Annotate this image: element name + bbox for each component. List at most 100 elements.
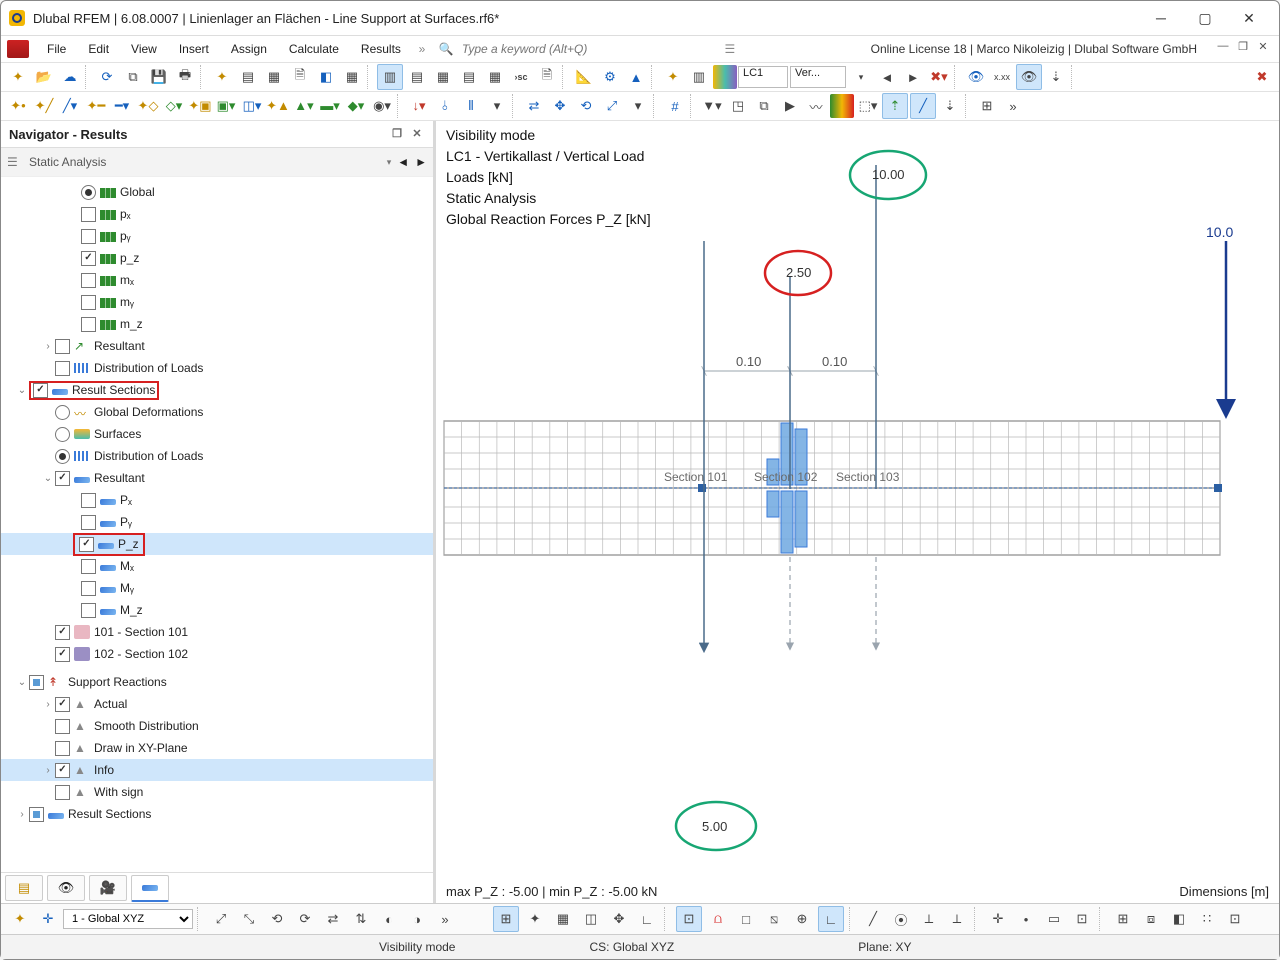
result-symbols-icon[interactable]: ⇡ [882, 93, 908, 119]
expand-icon[interactable]: › [41, 699, 55, 710]
save-icon[interactable]: 💾 [147, 65, 171, 89]
tab-views-icon[interactable]: 🎥 [89, 875, 127, 901]
radio[interactable] [81, 185, 96, 200]
line-sup-icon[interactable]: ▬▾ [318, 94, 342, 118]
radio[interactable] [55, 427, 70, 442]
bt-icon[interactable]: ⧅ [762, 907, 786, 931]
tree-support-reactions[interactable]: ⌄↟Support Reactions [1, 671, 433, 693]
checkbox[interactable] [55, 719, 70, 734]
bt-icon[interactable]: ⧈ [1139, 907, 1163, 931]
tree-distloads[interactable]: Distribution of Loads [1, 357, 433, 379]
bt-icon[interactable]: ✦ [523, 907, 547, 931]
new-nav-icon[interactable]: ✦ [210, 65, 234, 89]
checkbox[interactable] [81, 603, 96, 618]
bt-icon[interactable]: ◧ [1167, 907, 1191, 931]
sync-icon[interactable]: ⟳ [95, 65, 119, 89]
tree-drawxy[interactable]: ▲Draw in XY-Plane [1, 737, 433, 759]
collapse-icon[interactable]: ⌄ [41, 473, 55, 484]
close-button[interactable]: ✕ [1227, 4, 1271, 32]
menu-insert[interactable]: Insert [169, 39, 219, 59]
tree-global[interactable]: Global [1, 181, 433, 203]
mirror-icon[interactable]: ⇄ [522, 94, 546, 118]
iso-icon[interactable]: ⬚▾ [856, 94, 880, 118]
lc-next-icon[interactable]: ► [901, 65, 925, 89]
checkbox[interactable] [55, 785, 70, 800]
tree-pz[interactable]: p_z [1, 247, 433, 269]
bt-icon[interactable]: ∟ [818, 906, 844, 932]
tree-My[interactable]: Mᵧ [1, 577, 433, 599]
menu-calculate[interactable]: Calculate [279, 39, 349, 59]
surf-load-icon[interactable]: ⫴ [459, 94, 483, 118]
checkbox[interactable] [29, 807, 44, 822]
checkbox[interactable] [55, 625, 70, 640]
bt-icon[interactable]: ╱ [861, 907, 885, 931]
reset-icon[interactable]: ✖ [1250, 65, 1274, 89]
view-anim-icon[interactable]: ▶ [778, 94, 802, 118]
tree-distloads2[interactable]: Distribution of Loads [1, 445, 433, 467]
tree-s101[interactable]: 101 - Section 101 [1, 621, 433, 643]
lc-dropdown-icon[interactable]: ▾ [849, 65, 873, 89]
hinge-icon[interactable]: ◉▾ [370, 94, 394, 118]
grid-toggle-icon[interactable]: ⊞ [493, 906, 519, 932]
tab-display-icon[interactable]: 👁 [47, 875, 85, 901]
tree-my[interactable]: mᵧ [1, 291, 433, 313]
bt-icon[interactable]: ⊞ [1111, 907, 1135, 931]
checkbox[interactable] [55, 339, 70, 354]
analysis-next-icon[interactable]: ► [415, 155, 427, 169]
tree-globaldef[interactable]: 〰Global Deformations [1, 401, 433, 423]
tree-actual[interactable]: ›▲Actual [1, 693, 433, 715]
bt-icon[interactable]: ⟳ [293, 907, 317, 931]
bt-icon[interactable]: ⊡ [1223, 907, 1247, 931]
bt-icon[interactable]: ✛ [986, 907, 1010, 931]
numbering-icon[interactable]: # [663, 94, 687, 118]
bt-icon[interactable]: ⟲ [265, 907, 289, 931]
mdi-close[interactable]: ✕ [1253, 40, 1273, 58]
bt-icon[interactable]: ⊕ [790, 907, 814, 931]
tree-Px[interactable]: Pₓ [1, 489, 433, 511]
bt-icon[interactable]: ⤢ [209, 907, 233, 931]
collapse-icon[interactable]: ⌄ [15, 677, 29, 688]
checkbox[interactable] [81, 317, 96, 332]
deform-icon[interactable]: 〰 [804, 94, 828, 118]
doc-icon[interactable]: 🗎 [288, 65, 312, 89]
check-icon[interactable]: ▲ [624, 65, 648, 89]
tree-s102[interactable]: 102 - Section 102 [1, 643, 433, 665]
cs-select[interactable]: 1 - Global XYZ [63, 909, 193, 929]
checkbox[interactable] [81, 251, 96, 266]
clip-box-icon[interactable]: ◳ [726, 94, 750, 118]
bt-icon[interactable]: ⇅ [349, 907, 373, 931]
vendor-logo[interactable] [7, 40, 29, 58]
checkbox[interactable] [81, 207, 96, 222]
lc-prev-icon[interactable]: ◄ [875, 65, 899, 89]
maximize-button[interactable]: ▢ [1183, 4, 1227, 32]
clip-plane-icon[interactable]: ⧉ [752, 94, 776, 118]
tree-withsign[interactable]: ▲With sign [1, 781, 433, 803]
more-edit-icon[interactable]: ▾ [626, 94, 650, 118]
tree-resultant2[interactable]: ⌄Resultant [1, 467, 433, 489]
results-toggle-icon[interactable]: 👁 [1016, 64, 1042, 90]
bt-icon[interactable]: ⇄ [321, 907, 345, 931]
checkbox[interactable] [55, 741, 70, 756]
radio[interactable] [55, 449, 70, 464]
cloud-icon[interactable]: ☁ [58, 65, 82, 89]
close-panel-icon[interactable]: ✕ [409, 126, 425, 142]
radio[interactable] [55, 405, 70, 420]
bt-icon[interactable]: ▦ [551, 907, 575, 931]
tree-resultant[interactable]: ›↗Resultant [1, 335, 433, 357]
more-tools-icon[interactable]: » [1001, 94, 1025, 118]
undock-icon[interactable]: ❐ [389, 126, 405, 142]
calc-icon[interactable]: 📐 [572, 65, 596, 89]
lc-code[interactable]: LC1 [738, 66, 788, 88]
tree-Pz[interactable]: P_z [1, 533, 433, 555]
cs-axes-icon[interactable]: ✛ [36, 907, 60, 931]
design-icon[interactable]: ⚙ [598, 65, 622, 89]
checkbox[interactable] [81, 515, 96, 530]
bt-more-icon[interactable]: » [433, 907, 457, 931]
analysis-dropdown[interactable]: ☰ Static Analysis ▾ ◄ ► [1, 148, 433, 177]
measure-icon[interactable]: x.xx [990, 65, 1014, 89]
menu-assign[interactable]: Assign [221, 39, 277, 59]
menu-more-icon[interactable]: » [413, 42, 431, 56]
search-input[interactable] [460, 41, 694, 57]
tree-Mz[interactable]: M_z [1, 599, 433, 621]
new-line-icon[interactable]: ✦╱ [32, 94, 56, 118]
